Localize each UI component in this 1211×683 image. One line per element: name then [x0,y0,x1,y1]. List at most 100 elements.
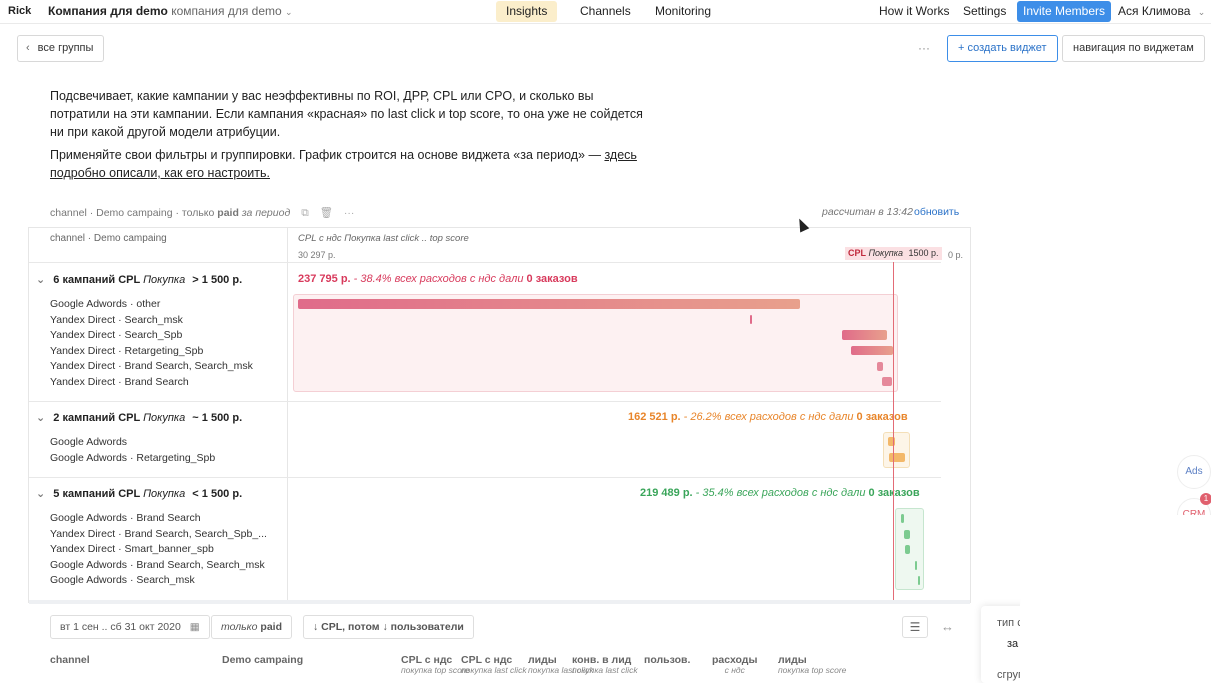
list-item[interactable]: Yandex Direct · Retargeting_Spb [50,345,203,357]
column-header-costs[interactable]: расходы с ндс [712,654,757,675]
chevron-down-icon: ⌄ [36,488,46,500]
tab-insights[interactable]: Insights [496,1,558,22]
description-paragraph-1: Подсвечивает, какие кампании у вас неэфф… [50,89,643,139]
group-threshold-header[interactable]: ⌄ 2 кампаний CPL Покупка ~ 1 500 р. [36,411,242,424]
list-item[interactable]: Google Adwords [50,436,127,448]
column-header-conversion[interactable]: конв. в лид покупка last click [572,654,638,675]
row-divider [29,262,941,263]
ads-widget-button[interactable]: Ads [1177,455,1211,489]
sort-chip[interactable]: ↓ CPL, потом ↓ пользователи [303,615,474,639]
list-item[interactable]: Yandex Direct · Smart_banner_spb [50,543,214,555]
list-item[interactable]: Yandex Direct · Search_Spb [50,329,182,341]
summary-percent: - 26.2% всех расходов [683,411,797,423]
group-condition: > 1 500 р. [192,274,243,286]
summary-value: 219 489 р. [640,487,693,499]
group-expensive-header[interactable]: ⌄ 6 кампаний CPL Покупка > 1 500 р. [36,273,242,286]
widget-title-period: за период [241,207,291,219]
tab-channels[interactable]: Channels [570,1,641,22]
bar-search-spb[interactable] [842,330,887,340]
calculated-time: рассчитан в 13:42 [822,206,913,218]
scale-max-label: 30 297 р. [298,250,336,260]
paid-filter-chip[interactable]: только paid [211,615,292,639]
date-range-picker[interactable]: вт 1 сен .. сб 31 окт 2020 ▦ [50,615,210,639]
column-divider [287,227,288,603]
list-item[interactable]: Google Adwords · Search_msk [50,574,195,586]
description-paragraph-2: Применяйте свои фильтры и группировки. Г… [50,146,650,182]
column-header-cpl-last[interactable]: CPL с ндс покупка last click [461,654,527,675]
list-item[interactable]: Yandex Direct · Brand Search, Search_msk [50,360,253,372]
scale-zero-label: 0 р. [948,250,964,260]
bar-brand-search[interactable] [882,377,892,386]
bar-brand-search-msk[interactable] [877,362,883,371]
column-header-cpl-top[interactable]: CPL с ндс покупка top score [401,654,469,675]
tab-monitoring[interactable]: Monitoring [645,1,721,22]
summary-value: 237 795 р. [298,273,351,285]
widget-title: channel · Demo campaing · только paid за… [50,206,354,220]
bar-google-retargeting[interactable] [889,453,905,462]
column-label: Demo campaing [222,654,304,666]
crm-notification-badge: 1 [1200,493,1211,505]
user-name: Ася Климова [1118,4,1191,18]
bar-yandex-brand-spb[interactable] [904,530,910,539]
list-item[interactable]: Google Adwords · Brand Search, Search_ms… [50,559,265,571]
more-icon[interactable]: ··· [344,207,355,219]
cpl-threshold-line [893,262,894,600]
bar-google-search-msk[interactable] [918,576,920,585]
company-sub: компания для demo [171,4,282,18]
refresh-link[interactable]: обновить [914,206,959,218]
list-item[interactable]: Yandex Direct · Search_msk [50,314,183,326]
how-it-works-link[interactable]: How it Works [879,1,949,22]
list-item[interactable]: Google Adwords · Brand Search [50,512,201,524]
group-condition: < 1 500 р. [192,488,243,500]
bar-google-brand[interactable] [901,514,904,523]
column-header-channel[interactable]: channel [50,654,90,666]
brand-logo[interactable]: Rick [8,5,31,17]
settings-link[interactable]: Settings [963,1,1006,22]
create-widget-button[interactable]: + создать виджет [947,35,1058,62]
column-header-users[interactable]: пользов. [644,654,690,666]
group-event: Покупка [143,412,186,424]
chevron-down-icon: ⌄ [1197,7,1206,17]
group-summary: 237 795 р. - 38.4% всех расходов с ндс д… [298,273,578,285]
overlay-shape [1020,515,1211,683]
column-header-leads-top[interactable]: лиды покупка top score [778,654,846,675]
invite-members-button[interactable]: Invite Members [1017,1,1112,22]
company-switcher[interactable]: Компания для demo компания для demo ⌄ [48,4,293,18]
paid-filter-only: только [221,621,258,633]
column-sublabel: покупка last click [572,665,638,675]
expand-icon[interactable]: ↔ [941,619,954,634]
list-item[interactable]: Yandex Direct · Brand Search, Search_Spb… [50,528,267,540]
date-range-value: вт 1 сен .. сб 31 окт 2020 [60,621,181,633]
summary-mid: с ндс дали [811,487,866,499]
bar-smart-banner[interactable] [905,545,910,554]
group-count: 5 кампаний CPL [53,488,141,500]
back-to-groups-button[interactable]: ‹ все группы [17,35,105,62]
table-bottom-separator [29,600,970,604]
chart-view-icon[interactable]: ☰ [902,616,928,638]
group-condition: ~ 1 500 р. [192,412,243,424]
user-menu[interactable]: Ася Климова ⌄ [1118,1,1205,22]
more-options-icon[interactable]: ··· [918,41,930,55]
group-cheap-header[interactable]: ⌄ 5 кампаний CPL Покупка < 1 500 р. [36,487,242,500]
widget-title-bold: paid [217,207,239,219]
bar-google-brand-msk[interactable] [915,561,917,570]
row-divider [29,477,941,478]
group-summary: 219 489 р. - 35.4% всех расходов с ндс д… [640,487,920,499]
list-item[interactable]: Google Adwords · other [50,298,160,310]
paid-filter-value: paid [260,621,282,633]
group-summary: 162 521 р. - 26.2% всех расходов с ндс д… [628,411,908,423]
widget-navigation-button[interactable]: навигация по виджетам [1062,35,1205,62]
copy-icon[interactable]: ⧉ [301,207,309,219]
bar-search-msk[interactable] [750,315,752,324]
trash-icon[interactable]: 🗑 [320,207,333,219]
calendar-icon: ▦ [189,621,200,633]
bar-retargeting-spb[interactable] [851,346,893,355]
column-header-campaign[interactable]: Demo campaing [222,654,303,666]
column-sublabel: с ндс [724,665,745,675]
list-item[interactable]: Google Adwords · Retargeting_Spb [50,452,215,464]
summary-percent: - 38.4% всех расходов [353,273,467,285]
summary-mid: с ндс дали [799,411,854,423]
bar-google-other[interactable] [298,299,800,309]
list-item[interactable]: Yandex Direct · Brand Search [50,376,189,388]
cpl-tag-value: 1500 р. [908,248,939,258]
